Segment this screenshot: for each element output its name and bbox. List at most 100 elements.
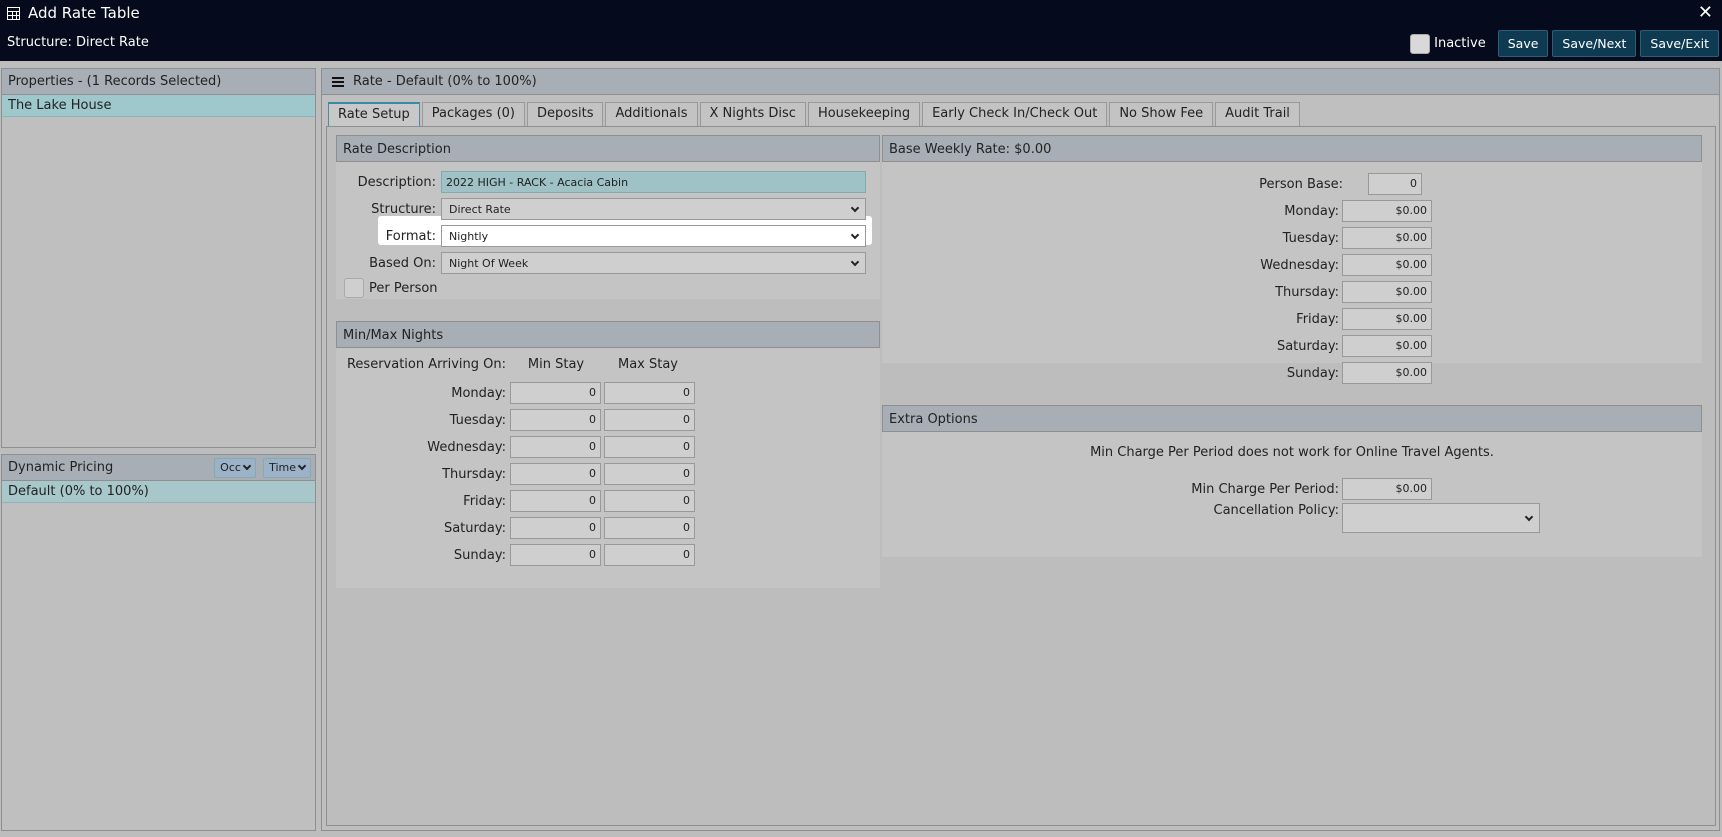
chevron-down-icon: [1524, 512, 1534, 521]
format-row: Format: Nightly: [336, 225, 866, 247]
min-max-header: Min/Max Nights: [336, 321, 880, 348]
list-item[interactable]: Default (0% to 100%): [2, 481, 315, 503]
description-label: Description:: [357, 174, 436, 190]
inactive-toggle[interactable]: Inactive: [1410, 33, 1486, 54]
min-stay-field[interactable]: 0: [510, 382, 601, 404]
min-max-row: Thursday: 0 0: [336, 463, 695, 485]
day-label: Tuesday:: [1282, 230, 1339, 246]
format-select[interactable]: Nightly: [441, 225, 866, 247]
extra-options-header: Extra Options: [882, 405, 1702, 432]
occ-dropdown[interactable]: Occ: [214, 457, 256, 478]
time-label: Time: [269, 460, 296, 474]
structure-label: Structure:: [371, 201, 436, 217]
day-label: Tuesday:: [449, 412, 506, 428]
day-label: Sunday:: [1286, 365, 1339, 381]
chevron-down-icon: [297, 461, 307, 471]
min-stay-field[interactable]: 0: [510, 463, 601, 485]
min-charge-field[interactable]: $0.00: [1342, 478, 1432, 500]
tab-bar: Rate Setup Packages (0) Deposits Additio…: [328, 102, 1300, 126]
description-field[interactable]: 2022 HIGH - RACK - Acacia Cabin: [441, 171, 866, 193]
day-label: Sunday:: [453, 547, 506, 563]
min-max-row: Tuesday: 0 0: [336, 409, 695, 431]
save-next-button[interactable]: Save/Next: [1552, 30, 1637, 57]
day-label: Thursday:: [442, 466, 506, 482]
tab-audit-trail[interactable]: Audit Trail: [1215, 102, 1300, 126]
day-rate-field[interactable]: $0.00: [1342, 362, 1432, 384]
base-weekly-section: Base Weekly Rate: $0.00 Person Base: 0 M…: [882, 135, 1702, 384]
list-item[interactable]: The Lake House: [2, 95, 315, 117]
structure-value: Direct Rate: [449, 202, 511, 216]
max-stay-field[interactable]: 0: [604, 463, 695, 485]
max-stay-field[interactable]: 0: [604, 544, 695, 566]
rate-title: Rate - Default (0% to 100%): [353, 73, 537, 89]
close-icon[interactable]: ✕: [1698, 2, 1713, 23]
min-stay-field[interactable]: 0: [510, 436, 601, 458]
tab-x-nights-disc[interactable]: X Nights Disc: [699, 102, 806, 126]
rate-header: Rate - Default (0% to 100%): [322, 69, 1719, 95]
calendar-icon: [7, 6, 20, 20]
cancellation-row: Cancellation Policy:: [882, 503, 1540, 533]
min-stay-field[interactable]: 0: [510, 409, 601, 431]
per-person-label: Per Person: [369, 280, 438, 296]
person-base-field[interactable]: 0: [1368, 173, 1422, 195]
tab-rate-setup[interactable]: Rate Setup: [328, 102, 420, 126]
max-stay-field[interactable]: 0: [604, 517, 695, 539]
inactive-label: Inactive: [1434, 36, 1486, 51]
save-exit-button[interactable]: Save/Exit: [1640, 30, 1719, 57]
tab-housekeeping[interactable]: Housekeeping: [807, 102, 921, 126]
max-stay-field[interactable]: 0: [604, 409, 695, 431]
chevron-down-icon: [850, 230, 860, 239]
dynamic-pricing-header: Dynamic Pricing Occ Time: [2, 455, 315, 481]
format-value: Nightly: [449, 229, 489, 243]
per-person-checkbox[interactable]: [344, 278, 364, 298]
tab-deposits[interactable]: Deposits: [527, 102, 604, 126]
dynamic-pricing-title: Dynamic Pricing: [8, 459, 114, 475]
time-dropdown[interactable]: Time: [263, 457, 311, 478]
day-label: Saturday:: [443, 520, 506, 536]
rate-panel: Rate - Default (0% to 100%) Rate Setup P…: [321, 68, 1720, 831]
day-rate-field[interactable]: $0.00: [1342, 227, 1432, 249]
tab-packages[interactable]: Packages (0): [421, 102, 525, 126]
day-rate-field[interactable]: $0.00: [1342, 200, 1432, 222]
description-row: Description: 2022 HIGH - RACK - Acacia C…: [336, 171, 866, 193]
tab-early-check-in[interactable]: Early Check In/Check Out: [922, 102, 1108, 126]
max-stay-field[interactable]: 0: [604, 490, 695, 512]
extra-options-section: Extra Options Min Charge Per Period does…: [882, 405, 1702, 557]
day-label: Monday:: [1284, 203, 1339, 219]
weekly-rate-row: Friday: $0.00: [882, 308, 1432, 330]
max-stay-field[interactable]: 0: [604, 436, 695, 458]
cancellation-label: Cancellation Policy:: [1213, 503, 1339, 518]
day-label: Wednesday:: [427, 439, 506, 455]
weekly-rate-row: Tuesday: $0.00: [882, 227, 1432, 249]
chevron-down-icon: [242, 461, 252, 471]
based-on-row: Based On: Night Of Week: [336, 252, 866, 274]
day-label: Thursday:: [1275, 284, 1339, 300]
structure-select[interactable]: Direct Rate: [441, 198, 866, 220]
day-rate-field[interactable]: $0.00: [1342, 254, 1432, 276]
save-button[interactable]: Save: [1497, 30, 1549, 57]
min-stay-field[interactable]: 0: [510, 517, 601, 539]
day-rate-field[interactable]: $0.00: [1342, 281, 1432, 303]
inactive-checkbox[interactable]: [1410, 33, 1431, 54]
cancellation-select[interactable]: [1342, 503, 1540, 533]
min-max-row: Sunday: 0 0: [336, 544, 695, 566]
base-weekly-header: Base Weekly Rate: $0.00: [882, 135, 1702, 162]
tab-no-show-fee[interactable]: No Show Fee: [1109, 102, 1214, 126]
min-stay-field[interactable]: 0: [510, 490, 601, 512]
chevron-down-icon: [850, 203, 860, 212]
menu-icon[interactable]: [332, 76, 344, 87]
min-stay-field[interactable]: 0: [510, 544, 601, 566]
based-on-select[interactable]: Night Of Week: [441, 252, 866, 274]
max-stay-field[interactable]: 0: [604, 382, 695, 404]
tab-additionals[interactable]: Additionals: [605, 102, 698, 126]
day-rate-field[interactable]: $0.00: [1342, 308, 1432, 330]
weekly-rate-row: Monday: $0.00: [882, 200, 1432, 222]
based-on-label: Based On:: [369, 255, 436, 271]
properties-panel: Properties - (1 Records Selected) The La…: [1, 68, 316, 448]
format-label: Format:: [385, 228, 436, 244]
day-label: Saturday:: [1276, 338, 1339, 354]
min-max-row: Monday: 0 0: [336, 382, 695, 404]
day-rate-field[interactable]: $0.00: [1342, 335, 1432, 357]
day-label: Monday:: [451, 385, 506, 401]
day-label: Friday:: [463, 493, 506, 509]
